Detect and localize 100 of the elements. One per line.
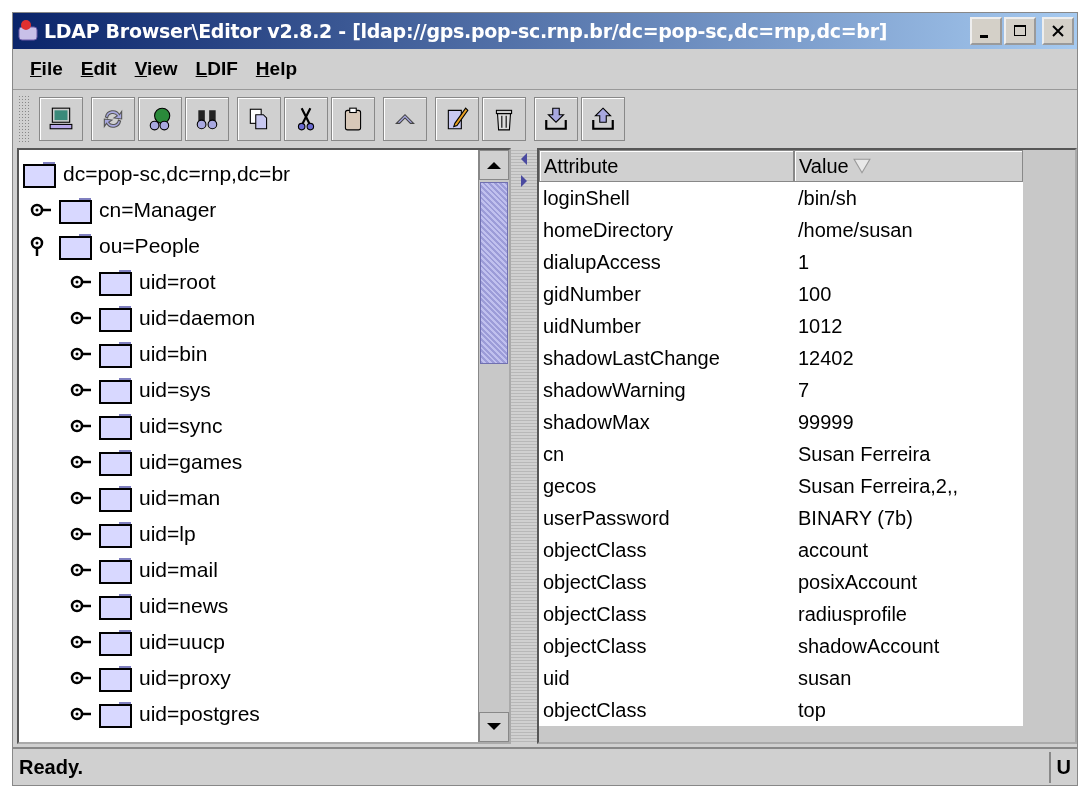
computer-button[interactable]	[39, 97, 83, 141]
folder-icon	[59, 196, 93, 224]
table-cell-text: top	[797, 698, 827, 722]
close-button[interactable]	[1042, 17, 1074, 45]
table-cell-text: BINARY (7b)	[797, 506, 914, 530]
table-cell-text: objectClass	[542, 538, 648, 562]
edit-button[interactable]	[435, 97, 479, 141]
down-arrow-icon	[486, 722, 502, 732]
collapse-left-icon[interactable]	[520, 152, 528, 166]
cut-button[interactable]	[284, 97, 328, 141]
tree-item[interactable]: dc=pop-sc,dc=rnp,dc=br	[63, 162, 291, 186]
folder-icon	[99, 268, 133, 296]
table-cell-text: 99999	[797, 410, 855, 434]
folder-icon	[99, 556, 133, 584]
table-cell-text: shadowAccount	[797, 634, 941, 658]
scroll-down-button[interactable]	[479, 712, 509, 742]
tree-item[interactable]: cn=Manager	[99, 198, 217, 222]
collapse-right-icon[interactable]	[520, 174, 528, 188]
folder-icon	[99, 412, 133, 440]
column-header[interactable]: Attribute	[539, 150, 794, 182]
globe-binoculars-icon	[147, 106, 173, 132]
table-cell-text: loginShell	[542, 186, 631, 210]
table-cell-text: /home/susan	[797, 218, 914, 242]
table-cell-text: shadowMax	[542, 410, 651, 434]
copy-button[interactable]	[237, 97, 281, 141]
paste-button[interactable]	[331, 97, 375, 141]
tree-item[interactable]: uid=news	[139, 594, 229, 618]
table-cell-text: /bin/sh	[797, 186, 858, 210]
folder-icon	[99, 628, 133, 656]
table-cell-text: susan	[797, 666, 853, 690]
table-cell-text: uidNumber	[542, 314, 642, 338]
tree-item[interactable]: uid=daemon	[139, 306, 256, 330]
table-cell-text: gidNumber	[542, 282, 642, 306]
tree-item[interactable]: uid=sync	[139, 414, 223, 438]
table-cell-text: 12402	[797, 346, 855, 370]
tree-item[interactable]: uid=postgres	[139, 702, 260, 726]
scroll-thumb[interactable]	[480, 182, 508, 364]
trash-button[interactable]	[482, 97, 526, 141]
menu-item[interactable]: Edit	[71, 54, 126, 84]
table-cell-text: 1	[797, 250, 811, 274]
column-label: Attribute	[544, 154, 619, 178]
table-cell-text: cn	[542, 442, 566, 466]
table-cell-text: 1012	[797, 314, 844, 338]
folder-icon	[99, 304, 133, 332]
tree-item[interactable]: uid=uucp	[139, 630, 225, 654]
tree-item[interactable]: uid=sys	[139, 378, 211, 402]
table-cell-text: Susan Ferreira	[797, 442, 932, 466]
status-message: Ready.	[18, 755, 85, 779]
tree-item[interactable]: uid=proxy	[139, 666, 231, 690]
minimize-icon	[980, 34, 988, 38]
folder-icon	[99, 592, 133, 620]
tree-item[interactable]: uid=mail	[139, 558, 218, 582]
table-cell-text: shadowLastChange	[542, 346, 721, 370]
table-cell-text: userPassword	[542, 506, 671, 530]
table-cell-text: radiusprofile	[797, 602, 908, 626]
folder-icon	[99, 520, 133, 548]
computer-icon	[48, 106, 74, 132]
folder-icon	[99, 664, 133, 692]
tree-item[interactable]: uid=man	[139, 486, 221, 510]
binoculars-button[interactable]	[185, 97, 229, 141]
table-cell-text: objectClass	[542, 570, 648, 594]
column-label: Value	[799, 154, 849, 178]
folder-icon	[99, 448, 133, 476]
table-cell-text: account	[797, 538, 870, 562]
column-header[interactable]: Value	[794, 150, 1023, 182]
tree-item[interactable]: uid=root	[139, 270, 216, 294]
maximize-button[interactable]	[1004, 17, 1036, 45]
table-cell-text: uid	[542, 666, 571, 690]
table-cell-text: shadowWarning	[542, 378, 687, 402]
folder-icon	[99, 484, 133, 512]
menu-item[interactable]: Help	[246, 54, 306, 84]
table-cell-text: Susan Ferreira,2,,	[797, 474, 960, 498]
tree-item[interactable]: uid=games	[139, 450, 243, 474]
menu-item[interactable]: View	[125, 54, 187, 84]
tree-item[interactable]: uid=bin	[139, 342, 208, 366]
minimize-button[interactable]	[970, 17, 1002, 45]
scrollbar[interactable]	[478, 150, 509, 742]
menu-item[interactable]: LDIF	[186, 54, 247, 84]
globe-search-button[interactable]	[138, 97, 182, 141]
folder-icon	[99, 340, 133, 368]
table-cell-text: objectClass	[542, 634, 648, 658]
folder-icon	[99, 376, 133, 404]
app-icon	[16, 19, 40, 43]
export-icon	[590, 106, 616, 132]
tree-item[interactable]: ou=People	[99, 234, 200, 258]
folder-icon	[23, 160, 57, 188]
table-cell-text: homeDirectory	[542, 218, 675, 242]
table-cell-text: objectClass	[542, 602, 648, 626]
menu-item[interactable]: File	[21, 54, 72, 84]
refresh-button[interactable]	[91, 97, 135, 141]
up-arrow-icon	[486, 160, 502, 170]
up-button[interactable]	[383, 97, 427, 141]
tree-item[interactable]: uid=lp	[139, 522, 196, 546]
folder-icon	[59, 232, 93, 260]
import-button[interactable]	[534, 97, 578, 141]
table-cell-text: posixAccount	[797, 570, 918, 594]
table-cell-text: objectClass	[542, 698, 648, 722]
table-cell-text: 100	[797, 282, 833, 306]
export-button[interactable]	[581, 97, 625, 141]
scroll-up-button[interactable]	[479, 150, 509, 180]
